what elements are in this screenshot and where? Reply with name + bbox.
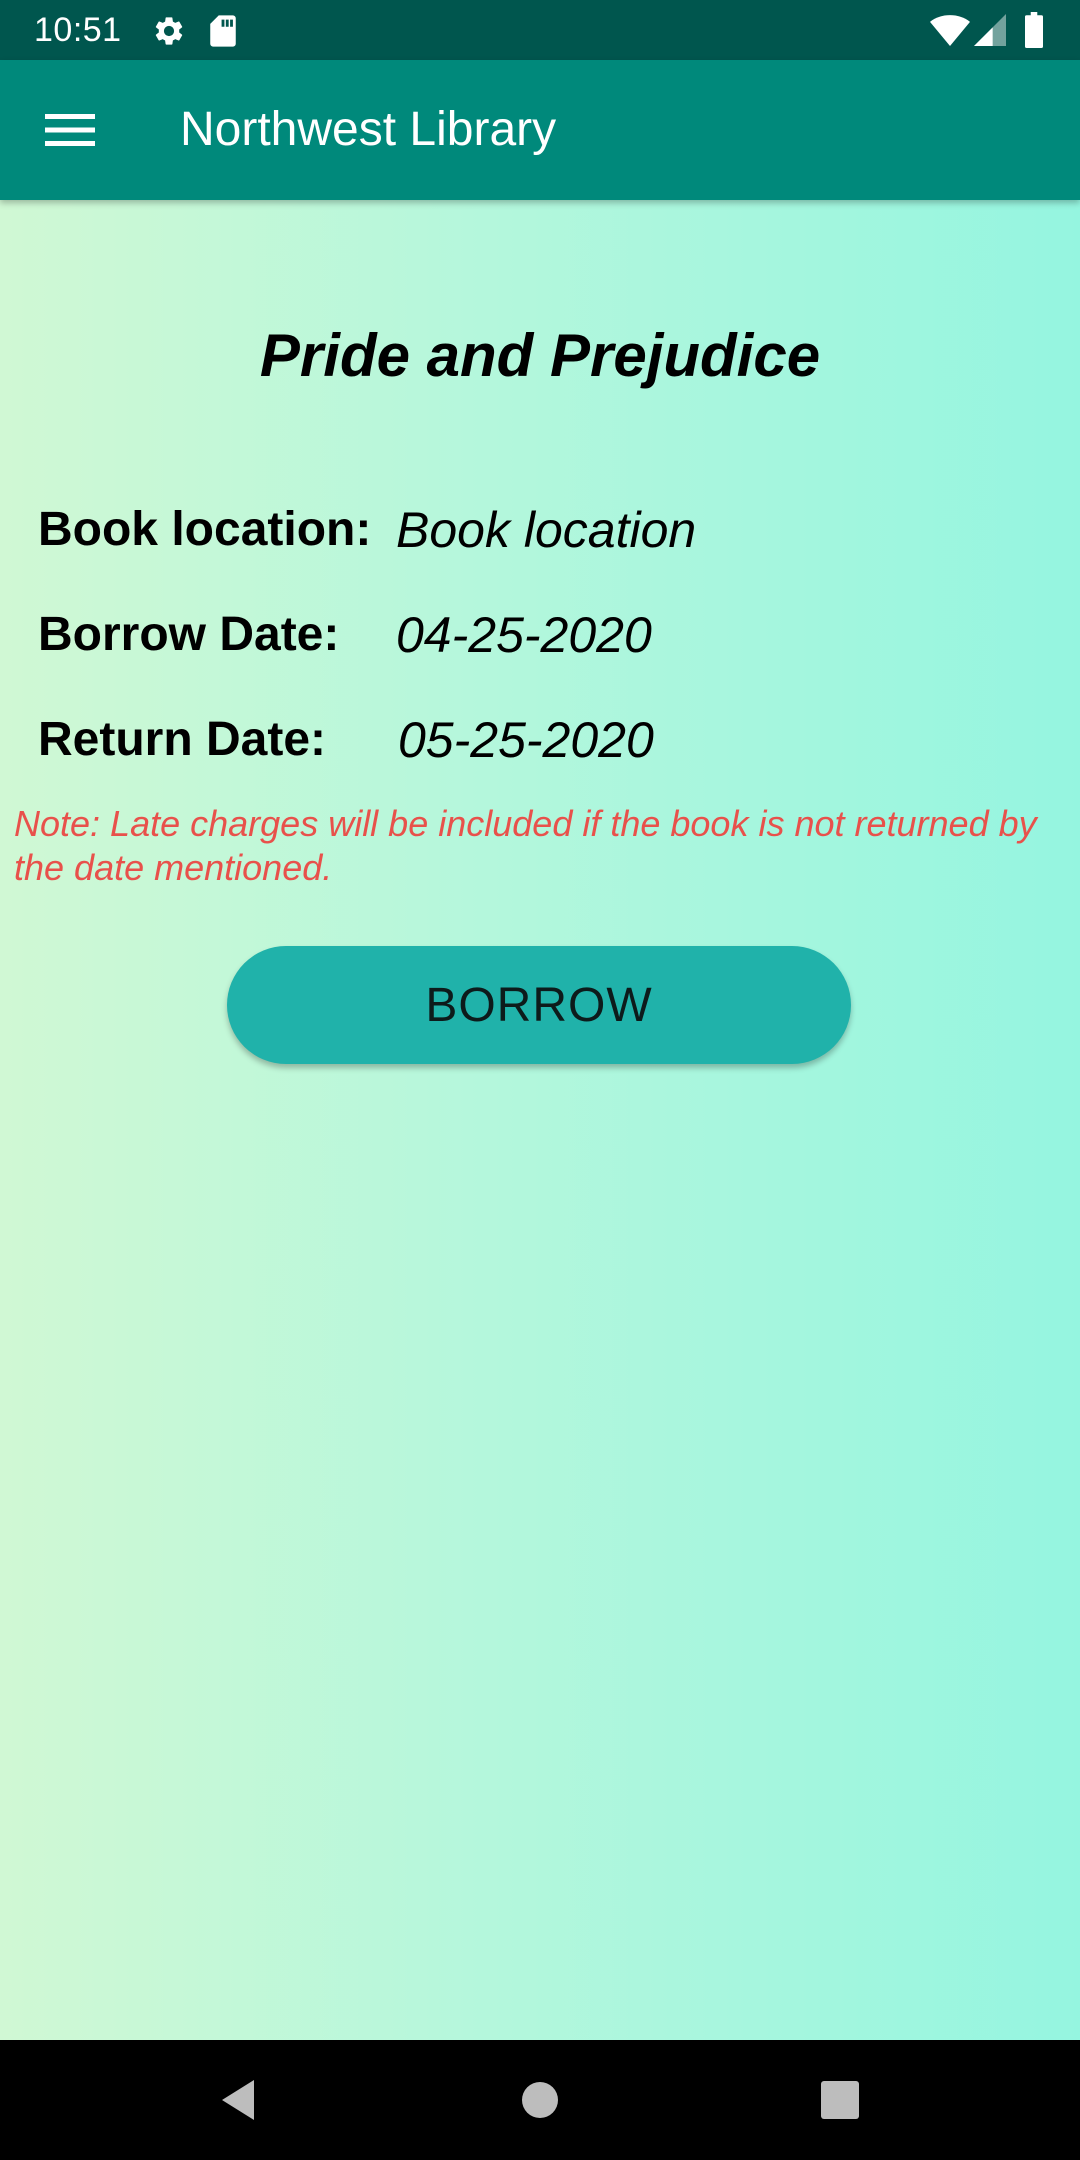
- borrow-date-value: 04-25-2020: [396, 607, 652, 663]
- back-button[interactable]: [208, 2070, 268, 2130]
- sd-card-icon: [210, 15, 236, 47]
- borrow-date-label: Borrow Date:: [38, 608, 340, 661]
- book-location-label: Book location:: [38, 503, 372, 556]
- home-icon: [522, 2082, 558, 2118]
- return-date-label: Return Date:: [38, 713, 327, 766]
- navigation-bar: [0, 2040, 1080, 2160]
- status-bar: 10:51: [0, 0, 1080, 60]
- gear-icon: [155, 17, 183, 45]
- recents-icon: [821, 2081, 859, 2119]
- borrow-book-screen: 10:51 Northwest Library Pride and Prejud…: [0, 0, 1080, 2160]
- home-button[interactable]: [510, 2070, 570, 2130]
- battery-icon: [1025, 12, 1043, 48]
- status-time: 10:51: [34, 11, 122, 49]
- book-location-value: Book location: [396, 502, 697, 558]
- menu-button[interactable]: [34, 100, 106, 160]
- wifi-icon: [930, 15, 970, 46]
- late-charges-note: Note: Late charges will be included if t…: [14, 803, 1037, 888]
- return-date-value: 05-25-2020: [398, 712, 654, 768]
- app-title: Northwest Library: [180, 103, 557, 156]
- hamburger-menu-icon: [45, 114, 95, 146]
- book-title: Pride and Prejudice: [259, 322, 821, 389]
- back-icon: [222, 2080, 254, 2120]
- app-bar: Northwest Library: [0, 60, 1080, 200]
- recents-button[interactable]: [810, 2070, 870, 2130]
- borrow-button[interactable]: BORROW: [227, 946, 851, 1064]
- signal-icon: [974, 14, 1006, 46]
